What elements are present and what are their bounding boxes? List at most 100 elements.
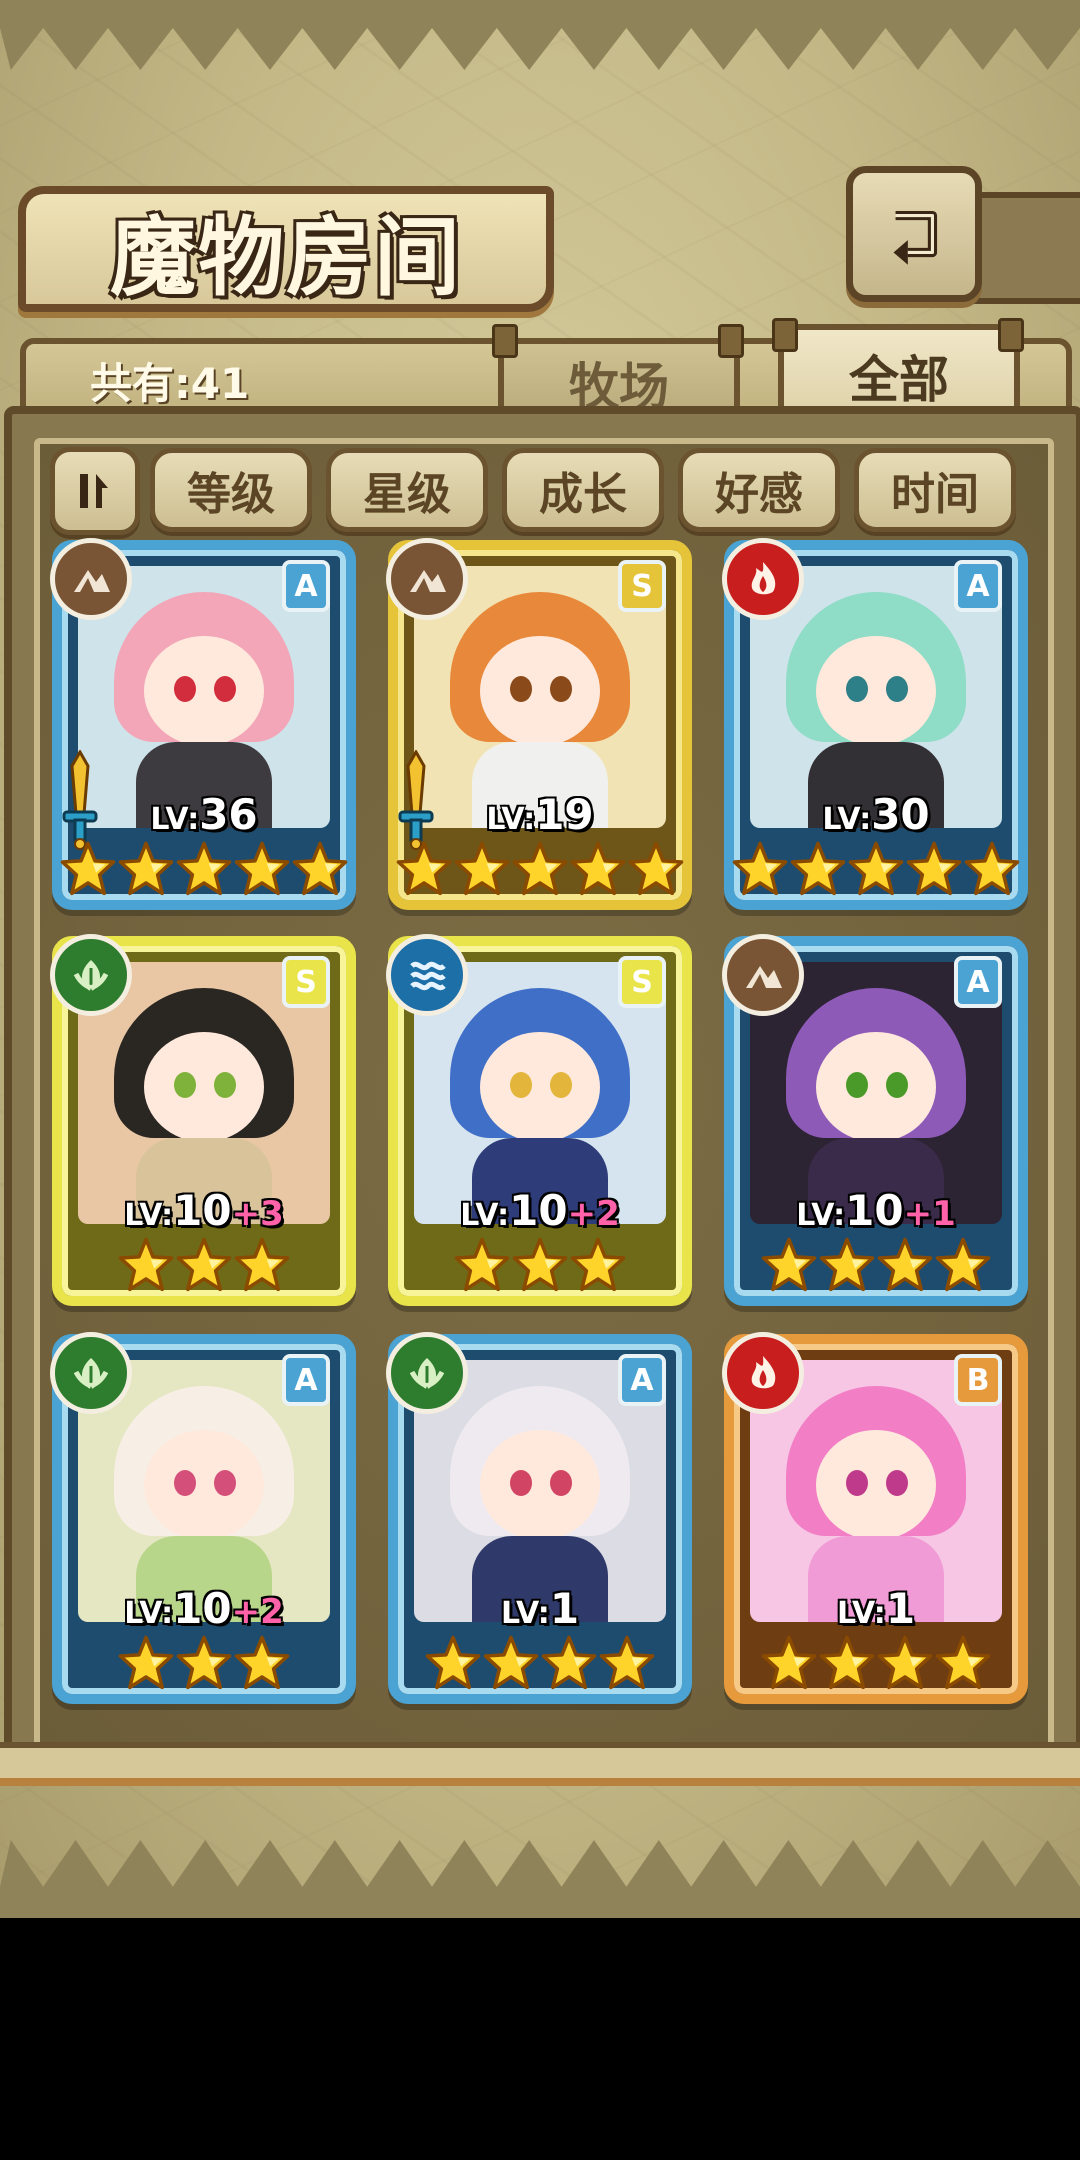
filter-star-button[interactable]: 星级	[326, 448, 488, 532]
star-icon	[819, 1635, 875, 1690]
monster-eye	[510, 1072, 532, 1098]
level-value: 10	[173, 1584, 232, 1633]
element-earth-icon	[50, 538, 132, 620]
rank-badge: S	[282, 956, 330, 1008]
element-water-icon	[386, 934, 468, 1016]
element-wood-icon	[50, 1332, 132, 1414]
star-icon	[732, 841, 788, 896]
monster-card[interactable]: A LV:10+2	[50, 1332, 356, 1704]
monster-eye	[846, 1072, 868, 1098]
monster-card[interactable]: S LV:19	[386, 538, 692, 910]
filter-time-button[interactable]: 时间	[854, 448, 1016, 532]
star-icon	[292, 841, 348, 896]
monster-level: LV:1	[388, 1584, 692, 1633]
monster-eye	[550, 1072, 572, 1098]
star-icon	[935, 1237, 991, 1292]
element-wood-icon	[386, 1332, 468, 1414]
star-icon	[906, 841, 962, 896]
level-label: LV:	[796, 1198, 846, 1233]
title-plaque: 魔物房间	[18, 186, 554, 312]
star-icon	[512, 1237, 568, 1292]
level-label: LV:	[486, 802, 536, 837]
level-label: LV:	[500, 1596, 550, 1631]
monster-level: LV:10+3	[52, 1186, 356, 1235]
filter-affection-button[interactable]: 好感	[678, 448, 840, 532]
monster-eye	[174, 676, 196, 702]
level-bonus: +2	[567, 1194, 620, 1234]
star-icon	[118, 841, 174, 896]
level-value: 19	[535, 790, 594, 839]
monster-card[interactable]: A LV:1	[386, 1332, 692, 1704]
star-rating	[724, 1236, 1028, 1294]
monster-eye	[214, 676, 236, 702]
filter-growth-button[interactable]: 成长	[502, 448, 664, 532]
monster-level: LV:10+1	[724, 1186, 1028, 1235]
tab-peg	[998, 318, 1024, 352]
star-rating	[52, 1236, 356, 1294]
monster-card[interactable]: A LV:30	[722, 538, 1028, 910]
star-icon	[877, 1237, 933, 1292]
level-label: LV:	[460, 1198, 510, 1233]
monster-eye	[550, 676, 572, 702]
element-earth-icon	[722, 934, 804, 1016]
monster-level: LV:10+2	[388, 1186, 692, 1235]
tab-peg	[492, 324, 518, 358]
monster-eye	[174, 1072, 196, 1098]
rank-badge: A	[282, 1354, 330, 1406]
monster-face	[816, 1430, 936, 1540]
monster-level: LV:19	[388, 790, 692, 839]
monster-eye	[846, 676, 868, 702]
level-bonus: +1	[903, 1194, 956, 1234]
monster-card[interactable]: S LV:10+3	[50, 934, 356, 1306]
level-label: LV:	[836, 1596, 886, 1631]
back-button[interactable]	[846, 166, 982, 302]
level-value: 36	[199, 790, 258, 839]
element-fire-icon	[722, 1332, 804, 1414]
star-rating	[388, 840, 692, 898]
rank-badge: B	[954, 1354, 1002, 1406]
star-icon	[848, 841, 904, 896]
star-rating	[388, 1634, 692, 1692]
star-rating	[724, 1634, 1028, 1692]
monster-eye	[886, 1072, 908, 1098]
monster-eye	[886, 676, 908, 702]
monster-eye	[214, 1072, 236, 1098]
star-rating	[52, 1634, 356, 1692]
page-title: 魔物房间	[110, 206, 462, 308]
rank-badge: A	[282, 560, 330, 612]
rank-badge: A	[954, 560, 1002, 612]
level-bonus: +2	[231, 1592, 284, 1632]
monster-eye	[174, 1470, 196, 1496]
star-icon	[118, 1635, 174, 1690]
monster-card[interactable]: B LV:1	[722, 1332, 1028, 1704]
rank-badge: S	[618, 560, 666, 612]
monster-card[interactable]: S LV:10+2	[386, 934, 692, 1306]
monster-card[interactable]: A LV:10+1	[722, 934, 1028, 1306]
star-icon	[935, 1635, 991, 1690]
top-zigzag-border	[0, 0, 1080, 70]
rank-badge: A	[618, 1354, 666, 1406]
star-icon	[877, 1635, 933, 1690]
star-icon	[761, 1237, 817, 1292]
star-rating	[724, 840, 1028, 898]
star-icon	[176, 1237, 232, 1292]
star-icon	[570, 841, 626, 896]
star-icon	[118, 1237, 174, 1292]
monster-face	[816, 636, 936, 746]
monster-card[interactable]: A LV:36	[50, 538, 356, 910]
star-icon	[964, 841, 1020, 896]
sort-order-button[interactable]	[50, 447, 140, 535]
star-rating	[388, 1236, 692, 1294]
game-screen: 魔物房间 共有:41 牧场 全部 等级 星级 成长 好感 时间 A LV:36 S L…	[0, 0, 1080, 1918]
level-value: 10	[173, 1186, 232, 1235]
element-wood-icon	[50, 934, 132, 1016]
level-value: 1	[549, 1584, 580, 1633]
level-value: 30	[871, 790, 930, 839]
monster-level: LV:10+2	[52, 1584, 356, 1633]
level-bonus: +3	[231, 1194, 284, 1234]
monster-face	[480, 636, 600, 746]
level-value: 10	[509, 1186, 568, 1235]
element-earth-icon	[386, 538, 468, 620]
filter-level-button[interactable]: 等级	[150, 448, 312, 532]
monster-face	[144, 1430, 264, 1540]
